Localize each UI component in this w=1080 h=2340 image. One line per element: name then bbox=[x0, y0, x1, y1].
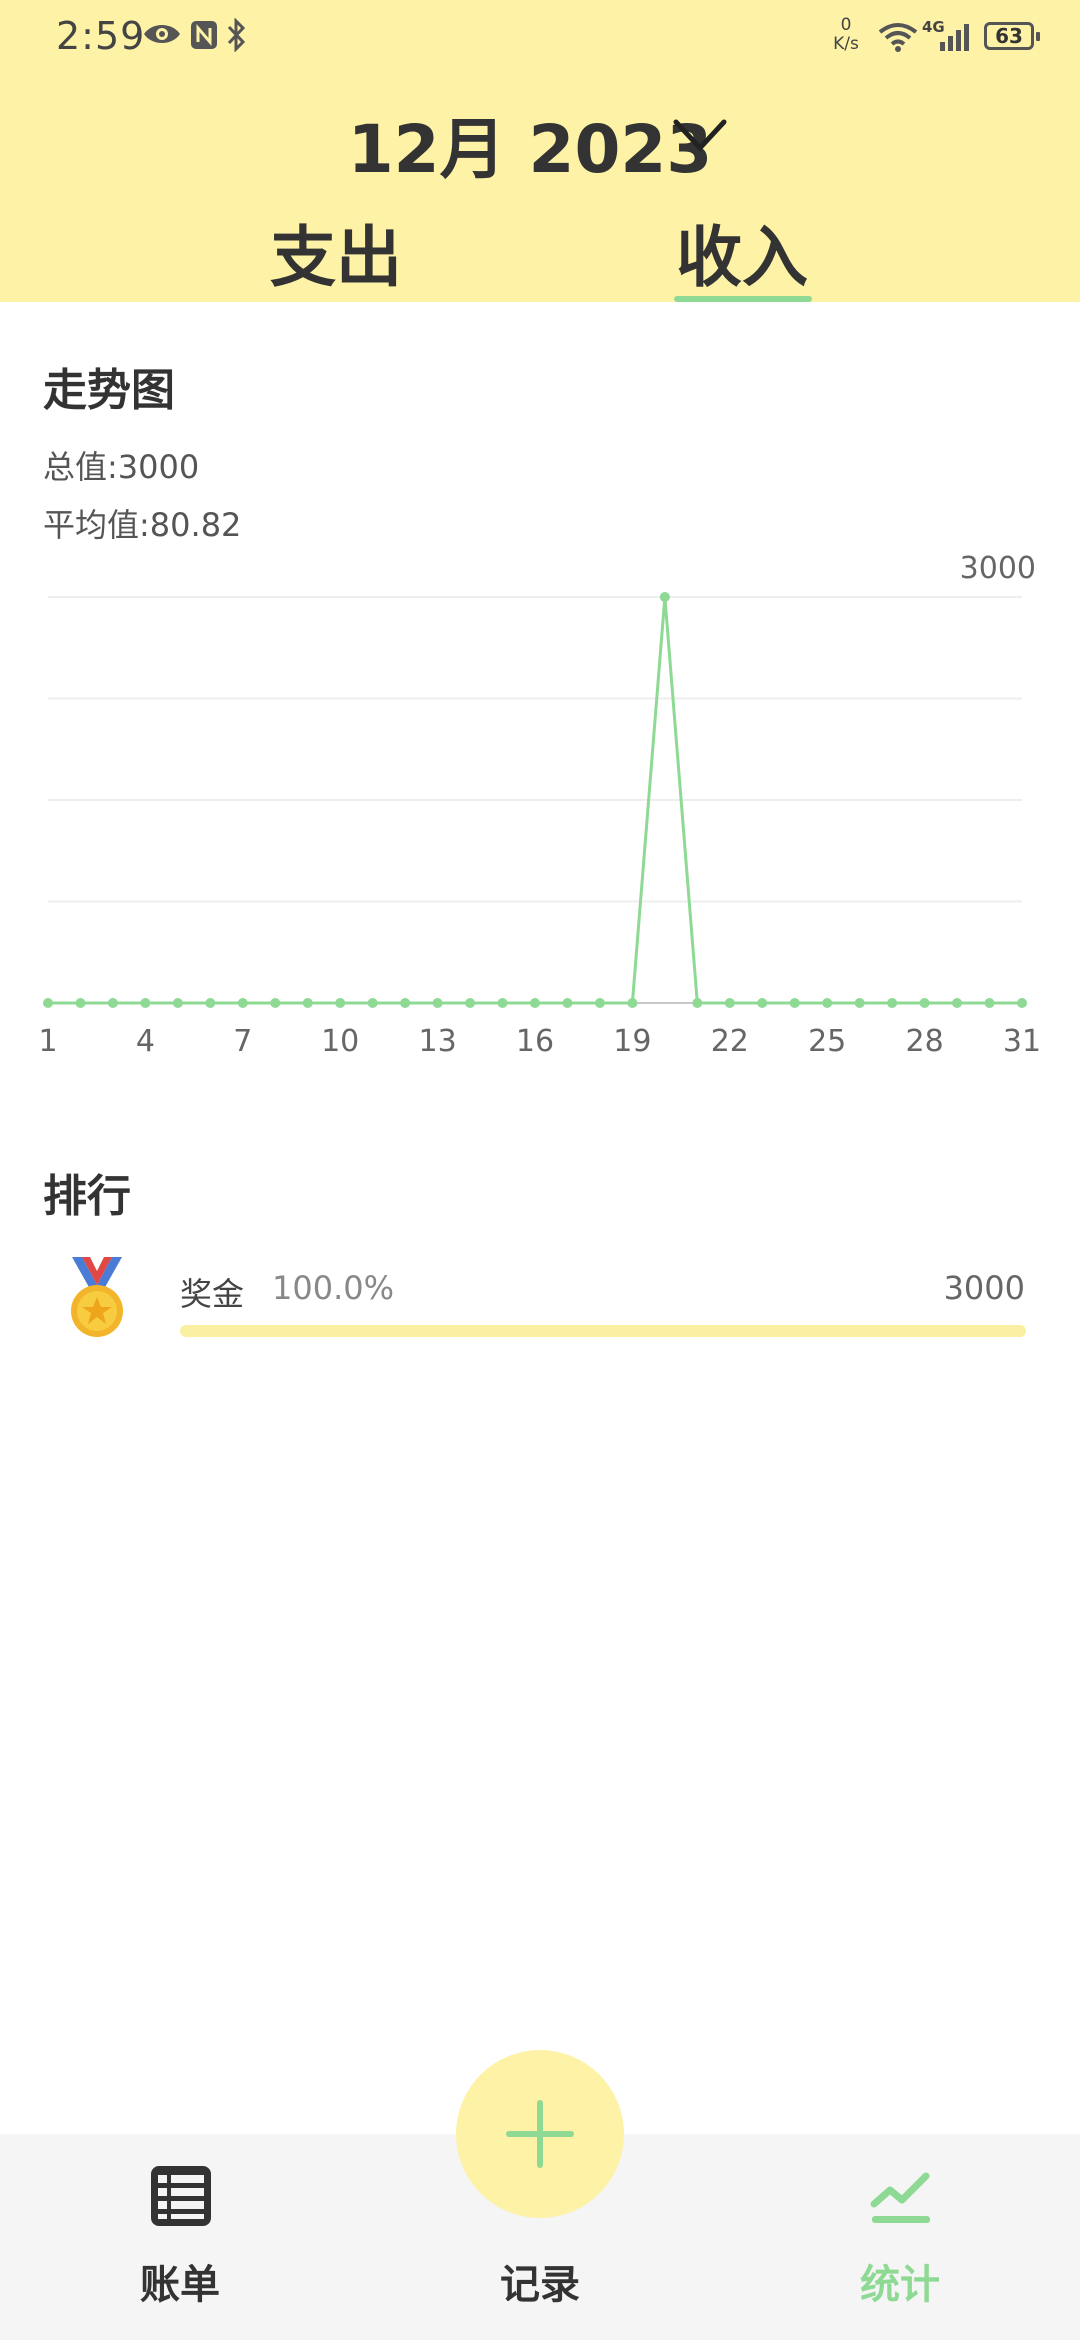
nav-stats-label: 统计 bbox=[860, 2262, 940, 2308]
net-speed-value: 0 bbox=[840, 15, 852, 35]
chart-grid bbox=[48, 596, 1022, 903]
wifi-icon bbox=[878, 23, 918, 52]
data-point bbox=[984, 998, 995, 1008]
trend-chart: 3000 1 4 7 10 13 16 19 22 25 28 31 bbox=[38, 551, 1041, 1059]
data-point bbox=[107, 998, 118, 1008]
x-tick-label: 22 bbox=[711, 1024, 749, 1059]
y-max-label: 3000 bbox=[960, 551, 1036, 586]
data-point bbox=[367, 998, 378, 1008]
trend-title: 走势图 bbox=[43, 365, 175, 416]
total-value: 3000 bbox=[117, 448, 200, 486]
net-speed: 0 K/s bbox=[826, 16, 866, 54]
data-point bbox=[497, 998, 508, 1008]
add-record-button[interactable] bbox=[456, 2050, 624, 2218]
x-tick-label: 16 bbox=[516, 1024, 554, 1059]
x-tick-label: 13 bbox=[419, 1024, 457, 1059]
data-point bbox=[75, 998, 86, 1008]
x-tick-label: 4 bbox=[136, 1024, 155, 1059]
list-icon bbox=[151, 2166, 211, 2226]
month-label: 12月 2023 bbox=[347, 111, 713, 188]
trend-chart-icon bbox=[870, 2172, 930, 2223]
x-tick-label: 1 bbox=[38, 1024, 57, 1059]
tab-income[interactable]: 收入 bbox=[676, 204, 808, 300]
nav-stats[interactable]: 统计 bbox=[780, 2134, 1020, 2340]
x-tick-labels: 1 4 7 10 13 16 19 22 25 28 31 bbox=[38, 1024, 1041, 1059]
data-point bbox=[562, 998, 573, 1008]
data-point bbox=[270, 998, 281, 1008]
data-point bbox=[887, 998, 898, 1008]
data-point bbox=[172, 998, 183, 1008]
ranking-item-percent: 100.0% bbox=[272, 1269, 395, 1307]
x-tick-label: 31 bbox=[1003, 1024, 1041, 1059]
header: 2:59 0 K/s 4G 63 12月 2023 支出 收入 bbox=[0, 0, 1080, 302]
tab-expense[interactable]: 支出 bbox=[270, 204, 402, 300]
ranking-progress-fill bbox=[180, 1325, 1026, 1337]
chevron-down-icon[interactable] bbox=[672, 116, 728, 156]
data-point bbox=[919, 998, 930, 1008]
average-value: 80.82 bbox=[149, 506, 242, 544]
data-point bbox=[789, 998, 800, 1008]
data-point bbox=[140, 998, 151, 1008]
data-point bbox=[1017, 998, 1027, 1008]
nav-bills-label: 账单 bbox=[140, 2262, 220, 2308]
signal-icon bbox=[940, 24, 969, 51]
data-point bbox=[432, 998, 443, 1008]
data-point bbox=[530, 998, 540, 1008]
total-label: 总值: bbox=[43, 448, 118, 486]
data-point bbox=[952, 998, 963, 1008]
average-label: 平均值: bbox=[43, 506, 150, 544]
ranking-title: 排行 bbox=[43, 1171, 131, 1222]
data-point bbox=[757, 998, 768, 1008]
status-bar: 2:59 0 K/s 4G 63 bbox=[0, 0, 1080, 76]
ranking-progress-track bbox=[180, 1325, 1026, 1337]
data-point bbox=[724, 998, 735, 1008]
status-time: 2:59 bbox=[56, 14, 146, 58]
data-point bbox=[205, 998, 216, 1008]
medal-icon bbox=[71, 1257, 123, 1337]
data-point bbox=[302, 998, 313, 1008]
data-point bbox=[43, 998, 53, 1008]
x-tick-label: 28 bbox=[906, 1024, 944, 1059]
ranking-item-value: 3000 bbox=[943, 1269, 1025, 1307]
data-point bbox=[335, 998, 346, 1008]
eye-icon bbox=[144, 25, 180, 43]
x-tick-label: 25 bbox=[808, 1024, 846, 1059]
active-tab-indicator bbox=[674, 296, 812, 302]
nav-bills[interactable]: 账单 bbox=[60, 2134, 300, 2340]
ranking-item-name: 奖金 bbox=[180, 1275, 245, 1313]
nav-record-label: 记录 bbox=[500, 2262, 580, 2308]
battery-icon: 63 bbox=[984, 22, 1040, 50]
data-point bbox=[400, 998, 411, 1008]
data-point bbox=[594, 998, 605, 1008]
x-tick-label: 7 bbox=[233, 1024, 252, 1059]
data-point bbox=[822, 998, 833, 1008]
data-point bbox=[692, 998, 703, 1008]
nfc-icon bbox=[191, 21, 217, 49]
data-point bbox=[627, 998, 638, 1008]
x-tick-label: 10 bbox=[321, 1024, 359, 1059]
plus-icon bbox=[506, 2100, 574, 2168]
data-point bbox=[465, 998, 476, 1008]
net-speed-unit: K/s bbox=[833, 34, 859, 54]
x-tick-label: 19 bbox=[613, 1024, 651, 1059]
data-point bbox=[237, 998, 248, 1008]
data-point bbox=[854, 998, 865, 1008]
data-point bbox=[659, 592, 670, 602]
ranking-item[interactable]: 奖金 100.0% 3000 bbox=[0, 1255, 1080, 1365]
bluetooth-icon bbox=[227, 18, 246, 52]
total-stat: 总值:3000 bbox=[43, 442, 199, 488]
month-selector[interactable]: 12月 2023 bbox=[0, 96, 1080, 192]
